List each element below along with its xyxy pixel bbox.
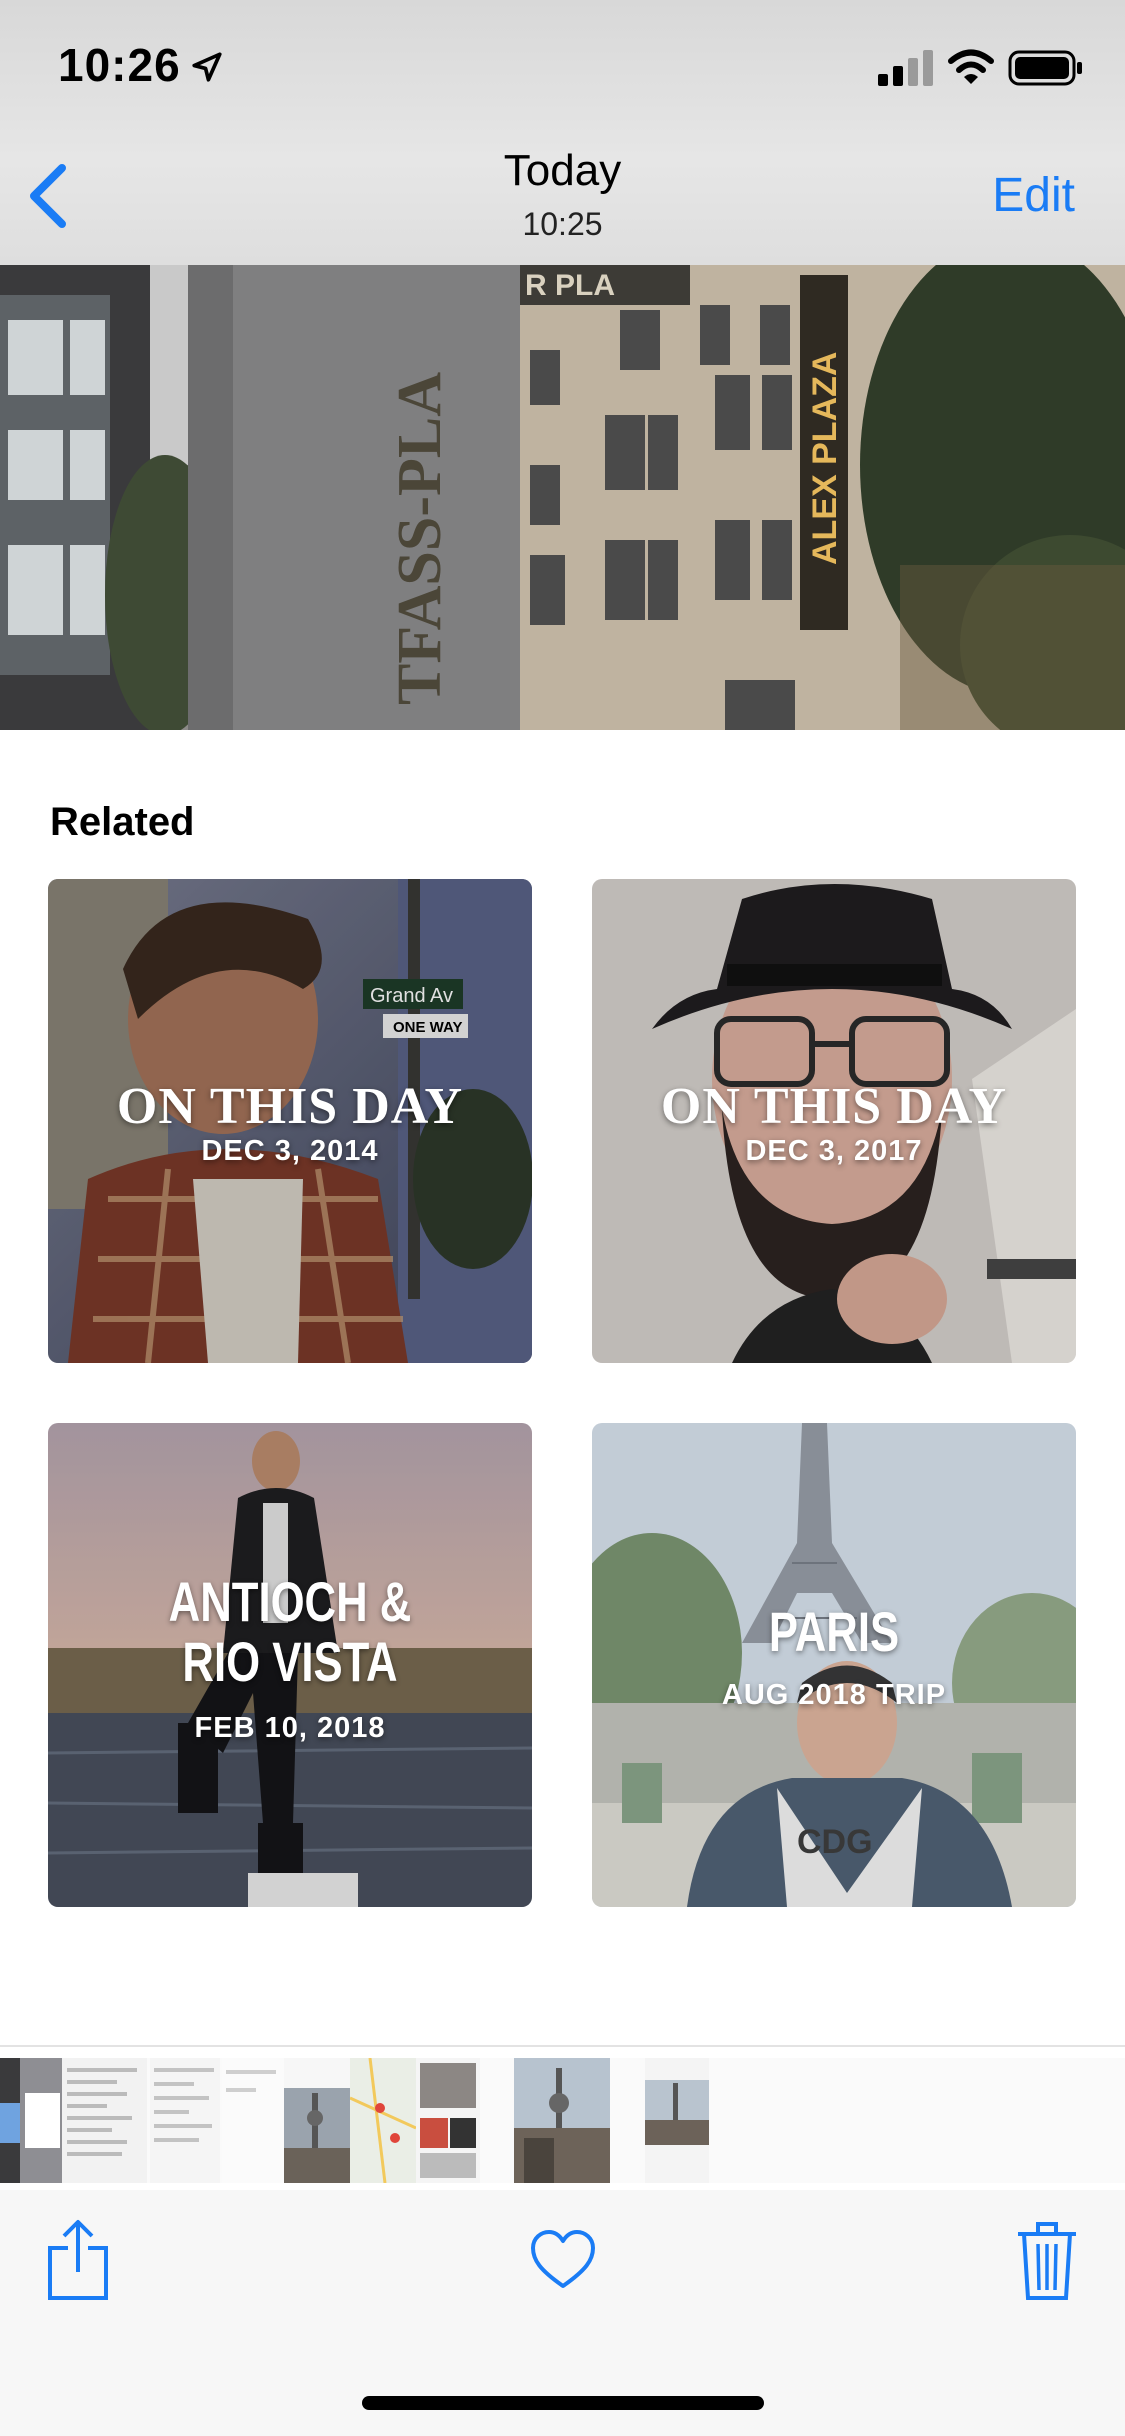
memory-title: ON THIS DAY [660,1078,1008,1135]
filmstrip-thumbnail[interactable] [645,2058,709,2183]
filmstrip-thumbnail[interactable] [150,2058,220,2183]
memory-subtitle: AUG 2018 TRIP [721,1679,947,1711]
home-indicator[interactable] [362,2396,764,2410]
memory-title-line2: RIO VISTA [182,1630,398,1693]
memory-date: FEB 10, 2018 [194,1712,386,1744]
memory-date: DEC 3, 2017 [745,1135,923,1167]
memory-title-line1: ANTIOCH & [168,1570,412,1633]
memory-card-paris[interactable]: CDG PARIS AUG 2018 TRIP [592,1423,1076,1907]
photo-filmstrip[interactable] [0,2058,1125,2183]
filmstrip-divider [0,2045,1125,2047]
share-icon[interactable] [46,2218,110,2302]
hero-photo[interactable]: TFASS-PLA R PLA ALEX PLAZA [0,265,1125,730]
trash-icon[interactable] [1016,2220,1078,2302]
heart-icon[interactable] [530,2230,596,2290]
battery-icon [1008,50,1082,86]
wifi-icon [948,49,994,84]
memory-photo: CDG [592,1423,1076,1907]
filmstrip-thumbnail[interactable] [222,2058,284,2183]
filmstrip-thumbnail[interactable] [350,2058,416,2183]
svg-text:ALEX PLAZA: ALEX PLAZA [806,352,844,565]
cellular-signal-icon [878,50,933,86]
filmstrip-thumbnail[interactable] [284,2058,350,2183]
memory-title: ON THIS DAY [116,1078,464,1135]
status-time: 10:26 [58,39,181,91]
filmstrip-thumbnail[interactable] [0,2058,62,2183]
top-bar: 10:26 Today 10:25 Edit [0,0,1125,265]
memory-card-on-this-day-2017[interactable]: ON THIS DAY DEC 3, 2017 [592,879,1076,1363]
memory-card-on-this-day-2014[interactable]: Grand Av ONE WAY ON THIS DAY DEC 3, 2014 [48,879,532,1363]
filmstrip-thumbnail[interactable] [416,2058,480,2183]
filmstrip-thumbnail[interactable] [514,2058,610,2183]
nav-title: Today [503,146,622,195]
memory-date: DEC 3, 2014 [201,1135,379,1167]
nav-subtitle: 10:25 [522,206,603,242]
memory-title: PARIS [768,1600,900,1663]
location-arrow-icon [192,52,222,82]
edit-button[interactable]: Edit [992,168,1075,223]
related-heading: Related [50,800,195,844]
svg-text:TFASS-PLA: TFASS-PLA [386,372,454,705]
svg-text:R PLA: R PLA [525,269,615,302]
filmstrip-thumbnail[interactable] [62,2058,147,2183]
memory-card-antioch-rio-vista[interactable]: ANTIOCH & RIO VISTA FEB 10, 2018 [48,1423,532,1907]
